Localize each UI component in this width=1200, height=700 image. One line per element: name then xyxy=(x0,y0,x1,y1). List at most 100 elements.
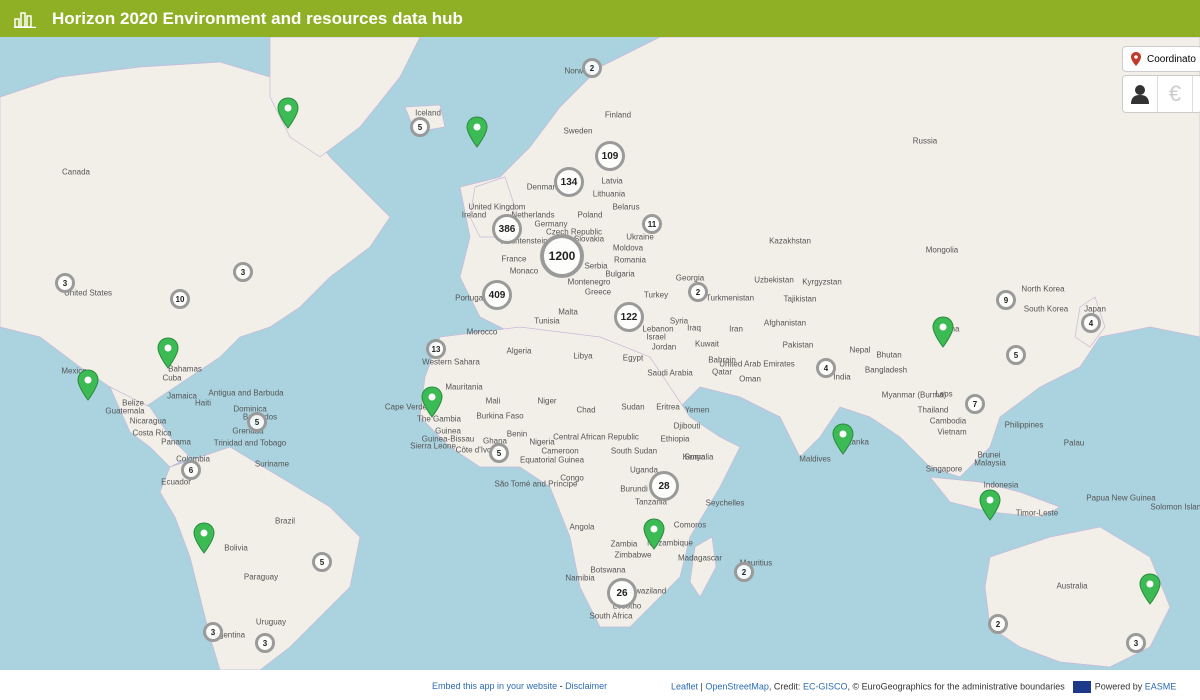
footer: Embed this app in your website - Disclai… xyxy=(0,670,1200,700)
label-thailand: Thailand xyxy=(917,405,949,415)
location-pin-icon[interactable] xyxy=(643,518,665,550)
cluster-marker[interactable]: 2 xyxy=(734,562,754,582)
cluster-marker[interactable]: 122 xyxy=(614,302,644,332)
cluster-marker[interactable]: 386 xyxy=(492,214,522,244)
label-western-sahara: Western Sahara xyxy=(422,357,480,367)
label-antigua: Antigua and Barbuda xyxy=(208,388,284,398)
label-ireland: Ireland xyxy=(461,210,487,220)
coordinator-filter-button[interactable]: Coordinato xyxy=(1122,46,1200,72)
eurogeographics-text: , © EuroGeographics for the administrati… xyxy=(847,681,1065,692)
cluster-marker[interactable]: 5 xyxy=(312,552,332,572)
cluster-marker[interactable]: 10 xyxy=(170,289,190,309)
label-brunei: Brunei xyxy=(977,450,1001,460)
embed-link[interactable]: Embed this app in your website xyxy=(432,681,557,691)
label-congo: Congo xyxy=(560,473,584,483)
label-solomon: Solomon Islands xyxy=(1150,502,1200,512)
label-trinidad: Trinidad and Tobago xyxy=(213,438,287,448)
cluster-marker[interactable]: 7 xyxy=(965,394,985,414)
cluster-marker[interactable]: 134 xyxy=(554,167,584,197)
label-png: Papua New Guinea xyxy=(1086,493,1156,503)
label-botswana: Botswana xyxy=(590,565,626,575)
cluster-marker[interactable]: 9 xyxy=(996,290,1016,310)
cluster-marker[interactable]: 2 xyxy=(688,282,708,302)
cluster-marker[interactable]: 26 xyxy=(607,578,637,608)
label-greece: Greece xyxy=(584,287,612,297)
label-yemen: Yemen xyxy=(684,405,710,415)
cluster-marker[interactable]: 3 xyxy=(203,622,223,642)
label-guatemala: Guatemala xyxy=(105,406,145,416)
location-pin-icon[interactable] xyxy=(193,522,215,554)
location-pin-icon[interactable] xyxy=(466,116,488,148)
label-uae: United Arab Emirates xyxy=(719,359,795,369)
label-israel: Israel xyxy=(646,332,666,342)
label-georgia: Georgia xyxy=(675,273,705,283)
label-sudan: Sudan xyxy=(621,402,645,412)
cluster-marker[interactable]: 11 xyxy=(642,214,662,234)
label-angola: Angola xyxy=(569,522,595,532)
label-seychelles: Seychelles xyxy=(705,498,745,508)
location-pin-icon[interactable] xyxy=(832,423,854,455)
easme-link[interactable]: EASME xyxy=(1145,681,1177,691)
label-mali: Mali xyxy=(485,396,501,406)
label-mauritania: Mauritania xyxy=(445,382,483,392)
label-moldova: Moldova xyxy=(612,243,644,253)
label-kazakhstan: Kazakhstan xyxy=(769,236,811,246)
label-poland: Poland xyxy=(577,210,603,220)
cluster-marker[interactable]: 4 xyxy=(816,358,836,378)
label-australia: Australia xyxy=(1056,581,1088,591)
cluster-marker[interactable]: 3 xyxy=(255,633,275,653)
cluster-marker[interactable]: 5 xyxy=(489,443,509,463)
cluster-marker[interactable]: 5 xyxy=(1006,345,1026,365)
cluster-marker[interactable]: 2 xyxy=(988,614,1008,634)
app-header: Horizon 2020 Environment and resources d… xyxy=(0,0,1200,37)
cluster-marker[interactable]: 409 xyxy=(482,280,512,310)
disclaimer-link[interactable]: Disclaimer xyxy=(565,681,607,691)
leaflet-link[interactable]: Leaflet xyxy=(671,681,698,691)
cluster-marker[interactable]: 2 xyxy=(582,58,602,78)
label-bangladesh: Bangladesh xyxy=(864,365,908,375)
label-saudi-arabia: Saudi Arabia xyxy=(647,368,693,378)
location-pin-icon[interactable] xyxy=(277,97,299,129)
cluster-marker[interactable]: 4 xyxy=(1081,313,1101,333)
label-laos: Laos xyxy=(935,389,953,399)
credit-text: , Credit: xyxy=(768,681,803,692)
label-brazil: Brazil xyxy=(274,516,296,526)
label-belarus: Belarus xyxy=(612,202,640,212)
label-cuba: Cuba xyxy=(162,373,182,383)
cluster-marker[interactable]: 5 xyxy=(247,412,267,432)
label-south-africa: South Africa xyxy=(589,611,633,621)
label-benin: Benin xyxy=(506,429,528,439)
location-pin-icon[interactable] xyxy=(979,489,1001,521)
cluster-marker[interactable]: 6 xyxy=(181,460,201,480)
label-uruguay: Uruguay xyxy=(255,617,287,627)
label-turkey: Turkey xyxy=(643,290,669,300)
cluster-marker[interactable]: 3 xyxy=(233,262,253,282)
location-pin-icon[interactable] xyxy=(77,369,99,401)
cluster-marker[interactable]: 28 xyxy=(649,471,679,501)
location-pin-icon[interactable] xyxy=(421,386,443,418)
cluster-marker[interactable]: 1200 xyxy=(540,234,584,278)
label-zimbabwe: Zimbabwe xyxy=(614,550,652,560)
label-maldives: Maldives xyxy=(799,454,831,464)
label-cambodia: Cambodia xyxy=(929,416,967,426)
location-pin-icon[interactable] xyxy=(157,337,179,369)
world-map[interactable]: Canada United States Mexico Bahamas Cuba… xyxy=(0,37,1200,670)
view-toggle-group: € xyxy=(1122,75,1200,113)
cluster-marker[interactable]: 109 xyxy=(595,141,625,171)
label-jordan: Jordan xyxy=(651,342,677,352)
euro-icon[interactable]: € xyxy=(1158,76,1193,112)
cluster-marker[interactable]: 3 xyxy=(55,273,75,293)
cluster-marker[interactable]: 3 xyxy=(1126,633,1146,653)
location-pin-icon[interactable] xyxy=(1139,573,1161,605)
gisco-link[interactable]: EC-GISCO xyxy=(803,681,848,691)
location-pin-icon[interactable] xyxy=(932,316,954,348)
person-icon[interactable] xyxy=(1123,76,1158,112)
cluster-marker[interactable]: 5 xyxy=(410,117,430,137)
label-turkmenistan: Turkmenistan xyxy=(705,293,755,303)
label-bhutan: Bhutan xyxy=(876,350,902,360)
label-malaysia: Malaysia xyxy=(974,458,1006,468)
osm-link[interactable]: OpenStreetMap xyxy=(705,681,769,691)
separator: - xyxy=(557,681,566,691)
cluster-marker[interactable]: 13 xyxy=(426,339,446,359)
label-bolivia: Bolivia xyxy=(224,543,248,553)
